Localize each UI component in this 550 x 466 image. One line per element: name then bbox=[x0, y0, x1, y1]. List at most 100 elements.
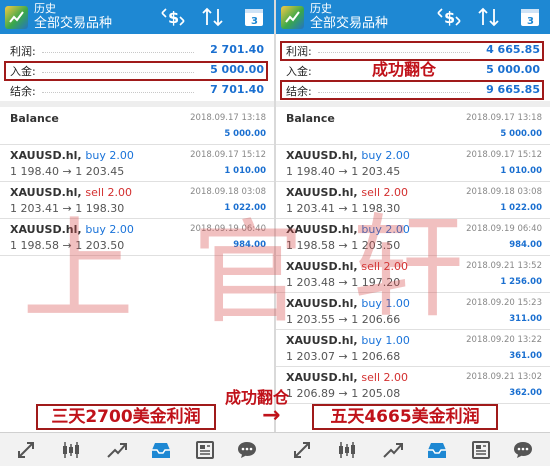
dotted-leader bbox=[42, 92, 194, 93]
section-separator bbox=[276, 101, 550, 107]
deal-prices: 1 203.07 → 1 206.68 bbox=[286, 350, 400, 363]
news-icon[interactable] bbox=[194, 440, 216, 460]
sort-icon[interactable] bbox=[476, 6, 502, 28]
history-pane-left: 历史 全部交易品种 $ 3 利润: 2 701.40 入金: 5 000.00 … bbox=[0, 0, 274, 432]
deal-prices: 1 198.40 → 1 203.45 bbox=[10, 165, 124, 178]
deal-row[interactable]: XAUUSD.hl, sell 2.00 1 206.89 → 1 205.08 2… bbox=[276, 367, 550, 404]
deal-prices: 1 198.40 → 1 203.45 bbox=[286, 165, 400, 178]
deal-row[interactable]: XAUUSD.hl, buy 2.00 1 198.58 → 1 203.50 20… bbox=[276, 219, 550, 256]
deal-symbol-text: XAUUSD.hl, bbox=[286, 223, 358, 236]
svg-text:$: $ bbox=[168, 8, 179, 27]
symbol-filter[interactable]: 全部交易品种 bbox=[310, 16, 388, 32]
deal-time: 2018.09.17 15:12 bbox=[190, 150, 266, 160]
deal-lots: 2.00 bbox=[109, 223, 134, 236]
deal-side-lots: sell 2.00 bbox=[361, 186, 408, 199]
trade-icon[interactable] bbox=[382, 440, 404, 460]
trade-icon[interactable] bbox=[106, 440, 128, 460]
deal-time: 2018.09.21 13:02 bbox=[466, 372, 542, 382]
deal-symbol: XAUUSD.hl, buy 2.00 bbox=[286, 223, 410, 236]
deal-profit: 1 022.00 bbox=[224, 203, 266, 213]
deal-prices: 1 203.55 → 1 206.66 bbox=[286, 313, 400, 326]
dollar-swap-icon[interactable]: $ bbox=[436, 6, 462, 28]
app-logo-icon[interactable] bbox=[281, 6, 304, 29]
sort-icon[interactable] bbox=[200, 6, 226, 28]
deal-side-lots: buy 1.00 bbox=[361, 297, 409, 310]
open-price: 1 203.55 bbox=[286, 313, 335, 326]
calendar-icon[interactable]: 3 bbox=[242, 6, 268, 28]
deal-prices: 1 203.41 → 1 198.30 bbox=[286, 202, 400, 215]
history-icon[interactable] bbox=[426, 440, 448, 460]
deposit-highlight-box bbox=[4, 61, 268, 81]
chart-icon[interactable] bbox=[336, 440, 358, 460]
balance-label: Balance bbox=[286, 112, 335, 125]
open-price: 1 198.40 bbox=[10, 165, 59, 178]
deal-row[interactable]: XAUUSD.hl, sell 2.00 1 203.41 → 1 198.30 2… bbox=[276, 182, 550, 219]
deal-symbol: XAUUSD.hl, buy 1.00 bbox=[286, 334, 410, 347]
news-icon[interactable] bbox=[470, 440, 492, 460]
deal-side-lots: buy 2.00 bbox=[85, 149, 133, 162]
deal-side-lots: buy 2.00 bbox=[361, 149, 409, 162]
deal-profit: 361.00 bbox=[509, 351, 542, 361]
deal-symbol-text: XAUUSD.hl, bbox=[286, 186, 358, 199]
deal-profit: 362.00 bbox=[509, 388, 542, 398]
deal-row[interactable]: XAUUSD.hl, buy 1.00 1 203.07 → 1 206.68 20… bbox=[276, 330, 550, 367]
quotes-icon[interactable] bbox=[16, 440, 38, 460]
deal-row[interactable]: XAUUSD.hl, buy 1.00 1 203.55 → 1 206.66 20… bbox=[276, 293, 550, 330]
deal-row[interactable]: XAUUSD.hl, buy 2.00 1 198.58 → 1 203.50 20… bbox=[0, 219, 274, 256]
open-price: 1 203.41 bbox=[10, 202, 59, 215]
deal-lots: 2.00 bbox=[109, 149, 134, 162]
bottom-navigation bbox=[0, 432, 550, 466]
close-price: 1 197.20 bbox=[351, 276, 401, 289]
deal-time: 2018.09.17 15:12 bbox=[466, 150, 542, 160]
arrow-icon: → bbox=[334, 276, 352, 289]
arrow-icon: → bbox=[334, 387, 352, 400]
deal-prices: 1 203.48 → 1 197.20 bbox=[286, 276, 400, 289]
close-price: 1 205.08 bbox=[351, 387, 401, 400]
open-price: 1 203.07 bbox=[286, 350, 335, 363]
deal-row[interactable]: XAUUSD.hl, sell 2.00 1 203.41 → 1 198.30 2… bbox=[0, 182, 274, 219]
open-price: 1 206.89 bbox=[286, 387, 335, 400]
deal-prices: 1 198.58 → 1 203.50 bbox=[286, 239, 400, 252]
deal-side-lots: buy 1.00 bbox=[361, 334, 409, 347]
deal-side-lots: buy 2.00 bbox=[361, 223, 409, 236]
deal-side: buy bbox=[85, 223, 106, 236]
balance-row[interactable]: Balance 2018.09.17 13:18 5 000.00 bbox=[276, 108, 550, 145]
deal-profit: 1 010.00 bbox=[500, 166, 542, 176]
arrow-icon: → bbox=[262, 403, 281, 428]
deal-symbol: XAUUSD.hl, buy 1.00 bbox=[286, 297, 410, 310]
chart-icon[interactable] bbox=[60, 440, 82, 460]
calendar-day: 3 bbox=[251, 16, 258, 27]
deal-lots: 2.00 bbox=[385, 223, 410, 236]
deal-lots: 1.00 bbox=[385, 334, 410, 347]
deal-symbol: XAUUSD.hl, buy 2.00 bbox=[10, 223, 134, 236]
deal-row[interactable]: XAUUSD.hl, buy 2.00 1 198.40 → 1 203.45 20… bbox=[0, 145, 274, 182]
quotes-icon[interactable] bbox=[292, 440, 314, 460]
close-price: 1 198.30 bbox=[75, 202, 125, 215]
close-price: 1 206.66 bbox=[351, 313, 401, 326]
close-price: 1 203.45 bbox=[351, 165, 401, 178]
calendar-icon[interactable]: 3 bbox=[518, 6, 544, 28]
deal-prices: 1 203.41 → 1 198.30 bbox=[10, 202, 124, 215]
balance-row[interactable]: Balance 2018.09.17 13:18 5 000.00 bbox=[0, 108, 274, 145]
app-title: 历史 bbox=[34, 2, 56, 15]
chat-icon[interactable] bbox=[236, 440, 258, 460]
deal-side-lots: sell 2.00 bbox=[361, 371, 408, 384]
deal-side: sell bbox=[85, 186, 105, 199]
deal-profit: 1 010.00 bbox=[224, 166, 266, 176]
deal-row[interactable]: XAUUSD.hl, sell 2.00 1 203.48 → 1 197.20 2… bbox=[276, 256, 550, 293]
open-price: 1 198.58 bbox=[10, 239, 59, 252]
dollar-swap-icon[interactable]: $ bbox=[160, 6, 186, 28]
history-icon[interactable] bbox=[150, 440, 172, 460]
left-profit-callout: 三天2700美金利润 bbox=[36, 404, 216, 430]
deal-symbol-text: XAUUSD.hl, bbox=[10, 223, 82, 236]
open-price: 1 203.41 bbox=[286, 202, 335, 215]
arrow-icon: → bbox=[334, 165, 352, 178]
deal-symbol: XAUUSD.hl, sell 2.00 bbox=[286, 260, 408, 273]
chat-icon[interactable] bbox=[512, 440, 534, 460]
deal-row[interactable]: XAUUSD.hl, buy 2.00 1 198.40 → 1 203.45 20… bbox=[276, 145, 550, 182]
deal-side: buy bbox=[361, 334, 382, 347]
app-logo-icon[interactable] bbox=[5, 6, 28, 29]
deal-symbol: XAUUSD.hl, sell 2.00 bbox=[286, 371, 408, 384]
symbol-filter[interactable]: 全部交易品种 bbox=[34, 16, 112, 32]
deal-side: buy bbox=[361, 297, 382, 310]
